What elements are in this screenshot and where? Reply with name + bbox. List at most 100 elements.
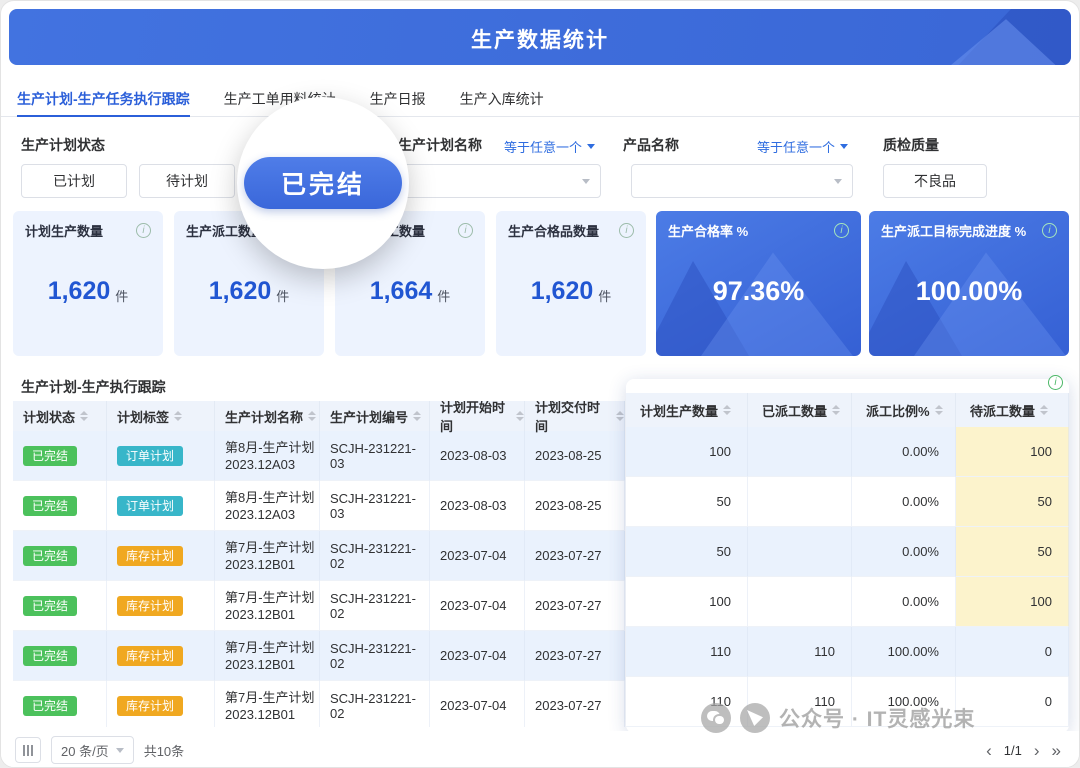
info-icon[interactable]: i [136, 223, 151, 238]
status-badge: 已完结 [23, 546, 77, 566]
column-label: 计划状态 [23, 407, 75, 426]
info-icon[interactable]: i [834, 223, 849, 238]
cell-plan-qty: 110 [626, 627, 748, 677]
stat-label: 生产合格品数量 [508, 223, 603, 240]
cell-start-date: 2023-07-04 [430, 681, 525, 727]
chevron-down-icon [582, 179, 590, 184]
cell-pending-qty: 0 [956, 627, 1069, 677]
cell-dispatched-qty [748, 427, 852, 477]
cell-plan-code: SCJH-231221-02 [320, 681, 430, 727]
panel-row[interactable]: 1000.00%100 [626, 577, 1069, 627]
page-indicator: 1/1 [1004, 743, 1022, 758]
cell-due-date: 2023-08-25 [525, 481, 625, 531]
panel-row[interactable]: 110110100.00%0 [626, 677, 1069, 727]
table-row[interactable]: 已完结库存计划第7月-生产计划2023.12B01SCJH-231221-022… [13, 581, 625, 631]
sort-icon [80, 411, 88, 421]
tag-badge: 订单计划 [117, 446, 183, 466]
tab-label: 生产日报 [370, 91, 426, 107]
column-label: 生产计划编号 [330, 407, 408, 426]
stat-unit: 件 [598, 286, 611, 305]
tab-label: 生产计划-生产任务执行跟踪 [17, 91, 190, 107]
info-icon[interactable]: i [1048, 375, 1063, 390]
product-select[interactable] [631, 164, 853, 198]
panel-row[interactable]: 500.00%50 [626, 477, 1069, 527]
cell-status: 已完结 [13, 631, 107, 681]
tag-badge: 库存计划 [117, 546, 183, 566]
cell-plan-qty: 100 [626, 427, 748, 477]
magnifier-overlay: 已完结 [237, 97, 409, 269]
stat-label: 生产派工目标完成进度 % [881, 223, 1030, 240]
filter-quality-label: 质检质量 [883, 135, 939, 155]
plan-name-select[interactable] [401, 164, 601, 198]
next-page-icon[interactable]: › [1034, 742, 1040, 759]
panel-row[interactable]: 1000.00%100 [626, 427, 1069, 477]
last-page-icon[interactable]: » [1052, 742, 1061, 759]
status-pending-button[interactable]: 待计划 [139, 164, 235, 198]
cell-pending-qty: 100 [956, 427, 1069, 477]
info-icon[interactable]: i [1042, 223, 1057, 238]
main-table-body: 已完结订单计划第8月-生产计划2023.12A03SCJH-231221-032… [13, 431, 625, 727]
cell-tag: 库存计划 [107, 631, 215, 681]
cell-plan-qty: 50 [626, 477, 748, 527]
plan-name-operator[interactable]: 等于任意一个 [504, 137, 595, 156]
completed-button-magnified[interactable]: 已完结 [244, 157, 402, 209]
sort-icon [174, 411, 182, 421]
stat-value: 1,664 [370, 277, 433, 306]
tag-badge: 库存计划 [117, 646, 183, 666]
column-settings-icon[interactable] [15, 737, 41, 763]
panel-row[interactable]: 500.00%50 [626, 527, 1069, 577]
cell-pending-qty: 50 [956, 527, 1069, 577]
tab-production-plan-tracking[interactable]: 生产计划-生产任务执行跟踪 [17, 83, 190, 116]
tab-warehouse-stats[interactable]: 生产入库统计 [460, 83, 544, 116]
column-header-plan-name[interactable]: 生产计划名称 [215, 401, 320, 431]
column-header-due-date[interactable]: 计划交付时间 [525, 401, 625, 431]
defective-button[interactable]: 不良品 [883, 164, 987, 198]
tab-bar: 生产计划-生产任务执行跟踪 生产工单用料统计 生产日报 生产入库统计 [1, 83, 1079, 117]
tab-label: 生产入库统计 [460, 91, 544, 107]
page-size-select[interactable]: 20 条/页 [51, 736, 134, 764]
table-row[interactable]: 已完结库存计划第7月-生产计划2023.12B01SCJH-231221-022… [13, 631, 625, 681]
column-header-dispatch-ratio[interactable]: 派工比例% [852, 393, 956, 427]
tab-daily-report[interactable]: 生产日报 [370, 83, 426, 116]
cell-plan-qty: 50 [626, 527, 748, 577]
column-header-start-date[interactable]: 计划开始时间 [430, 401, 525, 431]
sort-icon [832, 405, 840, 415]
cell-tag: 库存计划 [107, 681, 215, 727]
column-header-tag[interactable]: 计划标签 [107, 401, 215, 431]
table-row[interactable]: 已完结订单计划第8月-生产计划2023.12A03SCJH-231221-032… [13, 431, 625, 481]
column-header-plan-code[interactable]: 生产计划编号 [320, 401, 430, 431]
cell-plan-code: SCJH-231221-03 [320, 481, 430, 531]
column-label: 待派工数量 [970, 401, 1035, 420]
stat-value: 100.00% [916, 276, 1023, 307]
info-icon[interactable]: i [619, 223, 634, 238]
stat-value: 97.36% [713, 276, 805, 307]
cell-plan-code: SCJH-231221-02 [320, 531, 430, 581]
cell-start-date: 2023-07-04 [430, 581, 525, 631]
dispatch-columns-panel: 计划生产数量 已派工数量 派工比例% 待派工数量 1000.00%100500.… [626, 379, 1069, 733]
panel-body: 1000.00%100500.00%50500.00%501000.00%100… [626, 427, 1069, 727]
column-header-status[interactable]: 计划状态 [13, 401, 107, 431]
stat-card-pass-rate: 生产合格率 %i 97.36% [656, 211, 861, 356]
panel-row[interactable]: 110110100.00%0 [626, 627, 1069, 677]
cell-tag: 库存计划 [107, 531, 215, 581]
column-label: 计划标签 [117, 407, 169, 426]
stat-value: 1,620 [48, 277, 111, 306]
product-operator[interactable]: 等于任意一个 [757, 137, 848, 156]
table-row[interactable]: 已完结订单计划第8月-生产计划2023.12A03SCJH-231221-032… [13, 481, 625, 531]
info-icon[interactable]: i [458, 223, 473, 238]
prev-page-icon[interactable]: ‹ [986, 742, 992, 759]
cell-tag: 订单计划 [107, 481, 215, 531]
column-header-plan-qty[interactable]: 计划生产数量 [626, 393, 748, 427]
cell-dispatch-ratio: 0.00% [852, 427, 956, 477]
cell-dispatched-qty [748, 577, 852, 627]
status-planned-button[interactable]: 已计划 [21, 164, 127, 198]
sort-icon [1040, 405, 1048, 415]
column-header-pending-qty[interactable]: 待派工数量 [956, 393, 1069, 427]
status-badge: 已完结 [23, 646, 77, 666]
table-row[interactable]: 已完结库存计划第7月-生产计划2023.12B01SCJH-231221-022… [13, 531, 625, 581]
status-badge: 已完结 [23, 696, 77, 716]
tag-badge: 库存计划 [117, 596, 183, 616]
cell-due-date: 2023-07-27 [525, 531, 625, 581]
table-row[interactable]: 已完结库存计划第7月-生产计划2023.12B01SCJH-231221-022… [13, 681, 625, 727]
column-header-dispatched-qty[interactable]: 已派工数量 [748, 393, 852, 427]
